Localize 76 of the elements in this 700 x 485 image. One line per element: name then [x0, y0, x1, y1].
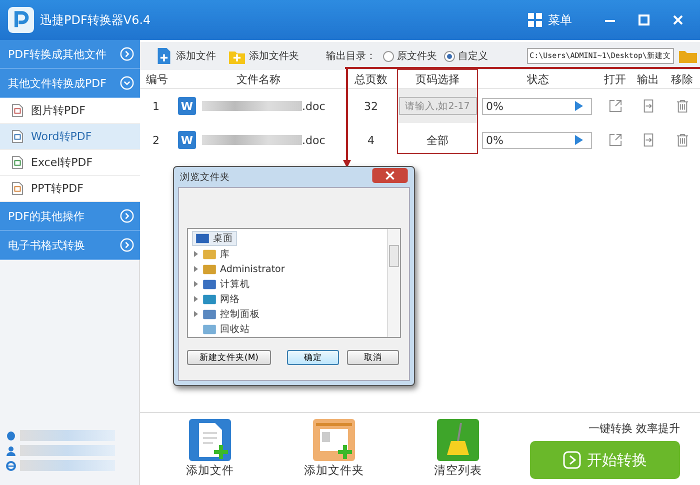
- expand-triangle-icon[interactable]: [194, 251, 198, 257]
- app-logo-icon: [8, 7, 34, 33]
- dialog-button[interactable]: 取消: [347, 350, 399, 365]
- scrollbar[interactable]: [387, 229, 400, 337]
- word-file-icon: W: [178, 131, 196, 149]
- column-header: 打开: [603, 72, 627, 86]
- file-name: .doc: [302, 100, 326, 112]
- page-range-value: 全部: [426, 132, 448, 148]
- folder-icon[interactable]: [679, 49, 697, 63]
- column-header: 文件名称: [236, 72, 282, 86]
- row-number: 2: [152, 134, 160, 146]
- sidebar-item[interactable]: Word转PDF: [0, 124, 140, 150]
- progress-text: 0%: [485, 100, 504, 112]
- close-icon[interactable]: [672, 14, 684, 26]
- file-name: .doc: [302, 134, 326, 146]
- column-header: 移除: [670, 72, 694, 86]
- close-icon[interactable]: [372, 168, 408, 182]
- dialog-title: 浏览文件夹: [180, 170, 230, 184]
- tree-item[interactable]: Administrator: [200, 262, 288, 276]
- expand-triangle-icon[interactable]: [194, 311, 198, 317]
- window-title: 迅捷PDF转换器V6.4: [40, 12, 151, 28]
- ppt-file-icon: [12, 182, 23, 195]
- sidebar-item[interactable]: Excel转PDF: [0, 150, 140, 176]
- column-header: 编号: [145, 72, 169, 86]
- column-header: 总页数: [354, 72, 388, 86]
- tree-item[interactable]: 计算机: [200, 277, 253, 291]
- excel-file-icon: [12, 156, 23, 169]
- expand-triangle-icon[interactable]: [194, 266, 198, 272]
- menu-grid-icon[interactable]: [528, 13, 542, 27]
- expand-triangle-icon[interactable]: [194, 281, 198, 287]
- dialog-button[interactable]: 新建文件夹(M): [187, 350, 271, 365]
- trash-icon[interactable]: [676, 99, 688, 113]
- output-label: 输出目录：: [326, 50, 376, 63]
- action-button[interactable]: 添加文件: [178, 419, 242, 485]
- row-number: 1: [152, 100, 160, 112]
- word-file-icon: [12, 130, 23, 143]
- folder-plus-icon: [313, 419, 355, 461]
- column-header: 输出: [636, 72, 660, 86]
- export-icon[interactable]: [642, 99, 654, 113]
- image-file-icon: [12, 104, 23, 117]
- column-header: 状态: [526, 72, 550, 86]
- page-count: 32: [363, 100, 379, 112]
- tree-item[interactable]: 回收站: [200, 322, 253, 336]
- sidebar-item[interactable]: 图片转PDF: [0, 98, 140, 124]
- file-plus-icon: [189, 419, 231, 461]
- radio-option[interactable]: 原文件夹: [383, 49, 437, 63]
- expand-triangle-icon[interactable]: [194, 296, 198, 302]
- menu-button[interactable]: 菜单: [548, 12, 572, 28]
- radio-option[interactable]: 自定义: [444, 49, 488, 63]
- trash-icon[interactable]: [676, 133, 688, 147]
- dialog-button[interactable]: 确定: [287, 350, 339, 365]
- action-button[interactable]: 清空列表: [426, 419, 490, 485]
- play-icon[interactable]: [575, 135, 583, 145]
- toolbar-button[interactable]: 添加文件: [156, 48, 216, 64]
- open-external-icon[interactable]: [608, 99, 622, 113]
- export-icon[interactable]: [642, 133, 654, 147]
- tree-item[interactable]: 库: [200, 247, 233, 261]
- tree-item[interactable]: 网络: [200, 292, 243, 306]
- tree-item[interactable]: 桌面: [192, 231, 237, 246]
- tree-item[interactable]: 控制面板: [200, 307, 263, 321]
- person-icon: [6, 446, 16, 456]
- play-icon[interactable]: [575, 101, 583, 111]
- progress-text: 0%: [485, 134, 504, 146]
- file-plus-icon: [156, 48, 172, 64]
- action-button[interactable]: 添加文件夹: [302, 419, 366, 485]
- convert-icon: [563, 451, 581, 469]
- column-header: 页码选择: [414, 72, 460, 86]
- broom-icon: [437, 419, 479, 461]
- maximize-icon[interactable]: [638, 14, 650, 26]
- page-range-field[interactable]: 请输入,如2-17: [398, 97, 476, 115]
- page-count: 4: [366, 134, 376, 146]
- toolbar-button[interactable]: 添加文件夹: [229, 48, 299, 64]
- open-external-icon[interactable]: [608, 133, 622, 147]
- sidebar-item[interactable]: PPT转PDF: [0, 176, 140, 202]
- word-file-icon: W: [178, 97, 196, 115]
- slogan-text: 一键转换 效率提升: [588, 421, 680, 436]
